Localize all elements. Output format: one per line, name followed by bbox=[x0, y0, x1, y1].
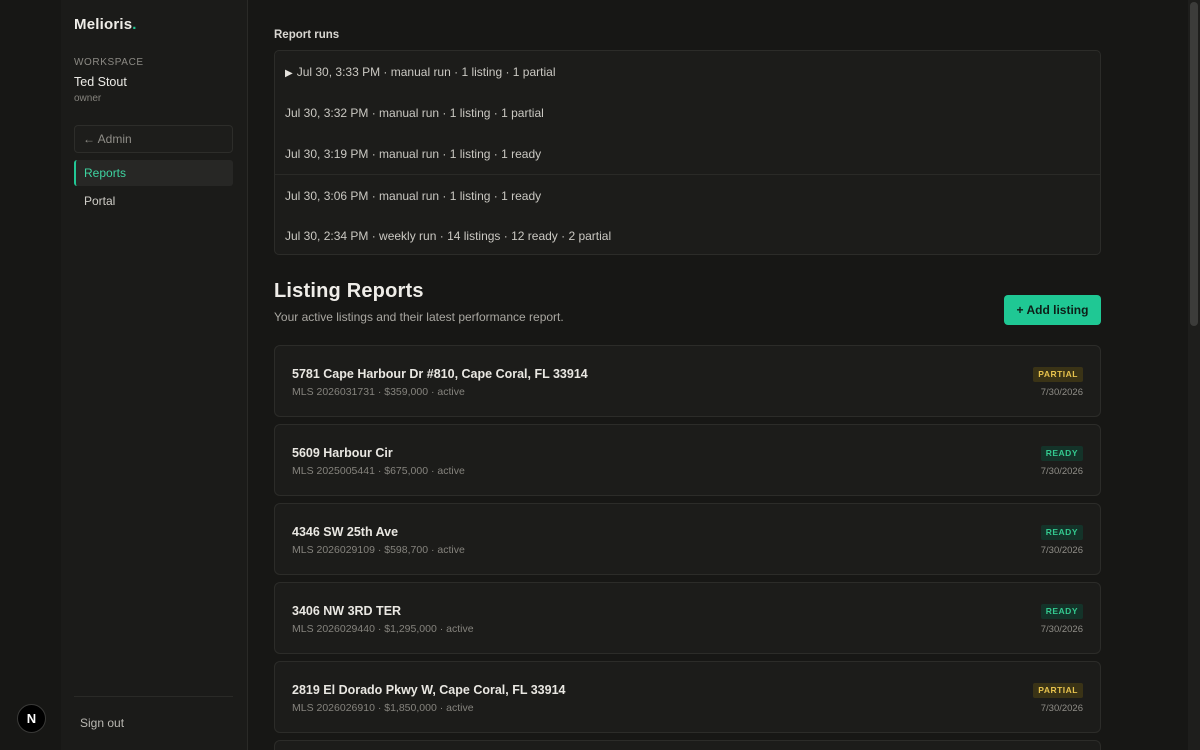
sidebar-item-portal[interactable]: Portal bbox=[74, 188, 233, 214]
listing-date: 7/30/2026 bbox=[1040, 545, 1083, 556]
report-runs-title: Report runs bbox=[274, 29, 340, 41]
left-gutter bbox=[0, 0, 61, 750]
page-title: Listing Reports bbox=[274, 280, 424, 302]
listing-date: 7/30/2026 bbox=[1040, 387, 1083, 398]
workspace-name: Ted Stout bbox=[74, 75, 127, 89]
listing-address: 2819 El Dorado Pkwy W, Cape Coral, FL 33… bbox=[292, 683, 566, 697]
listing-card[interactable]: 5781 Cape Harbour Dr #810, Cape Coral, F… bbox=[274, 345, 1101, 417]
listing-card[interactable]: 4346 SW 25th Ave MLS 2026029109 · $598,7… bbox=[274, 503, 1101, 575]
listing-card[interactable]: 3406 NW 3RD TER MLS 2026029440 · $1,295,… bbox=[274, 582, 1101, 654]
listing-card[interactable]: 5609 Harbour Cir MLS 2025005441 · $675,0… bbox=[274, 424, 1101, 496]
brand-dot: . bbox=[132, 16, 137, 33]
listing-card-partial[interactable] bbox=[274, 740, 1101, 750]
report-run-label: Jul 30, 3:33 PM · manual run · 1 listing… bbox=[296, 65, 556, 79]
listing-date: 7/30/2026 bbox=[1040, 624, 1083, 635]
brand-logo[interactable]: Melioris. bbox=[74, 16, 137, 33]
listing-meta: MLS 2025005441 · $675,000 · active bbox=[292, 465, 465, 477]
report-run-label: Jul 30, 3:19 PM · manual run · 1 listing… bbox=[285, 147, 542, 161]
status-badge: READY bbox=[1040, 446, 1083, 461]
listing-meta: MLS 2026029109 · $598,700 · active bbox=[292, 544, 465, 556]
listing-address: 5781 Cape Harbour Dr #810, Cape Coral, F… bbox=[292, 367, 588, 381]
listing-address: 4346 SW 25th Ave bbox=[292, 525, 399, 539]
sidebar: Melioris. WORKSPACE Ted Stout owner ← Ad… bbox=[61, 0, 248, 750]
scrollbar-thumb[interactable] bbox=[1190, 2, 1198, 326]
report-run-label: Jul 30, 3:32 PM · manual run · 1 listing… bbox=[285, 106, 544, 120]
report-run-label: Jul 30, 3:06 PM · manual run · 1 listing… bbox=[285, 189, 542, 203]
listing-card[interactable]: 2819 El Dorado Pkwy W, Cape Coral, FL 33… bbox=[274, 661, 1101, 733]
sidebar-divider bbox=[74, 696, 233, 697]
brand-name: Melioris bbox=[74, 16, 133, 33]
status-badge: PARTIAL bbox=[1033, 367, 1083, 382]
report-run-row[interactable]: Jul 30, 3:32 PM · manual run · 1 listing… bbox=[275, 92, 1100, 133]
workspace-role: owner bbox=[74, 93, 102, 104]
add-listing-button[interactable]: + Add listing bbox=[1004, 295, 1101, 325]
report-runs-list: ▶ Jul 30, 3:33 PM · manual run · 1 listin… bbox=[274, 50, 1101, 255]
status-badge: READY bbox=[1040, 525, 1083, 540]
dev-tools-badge[interactable]: N bbox=[17, 704, 46, 733]
listing-meta: MLS 2026031731 · $359,000 · active bbox=[292, 386, 465, 398]
report-run-row[interactable]: Jul 30, 2:34 PM · weekly run · 14 listin… bbox=[275, 215, 1100, 254]
admin-back-button[interactable]: ← Admin bbox=[74, 125, 233, 153]
listing-address: 5609 Harbour Cir bbox=[292, 446, 393, 460]
report-run-label: Jul 30, 2:34 PM · weekly run · 14 listin… bbox=[285, 229, 612, 243]
listing-meta: MLS 2026026910 · $1,850,000 · active bbox=[292, 702, 474, 714]
main-content: Report runs ▶ Jul 30, 3:33 PM · manual ru… bbox=[248, 0, 1188, 750]
report-run-row[interactable]: Jul 30, 3:19 PM · manual run · 1 listing… bbox=[275, 133, 1100, 174]
status-badge: PARTIAL bbox=[1033, 683, 1083, 698]
status-badge: READY bbox=[1040, 604, 1083, 619]
listing-address: 3406 NW 3RD TER bbox=[292, 604, 402, 618]
expand-triangle-icon[interactable]: ▶ bbox=[285, 68, 293, 79]
report-run-row[interactable]: Jul 30, 3:06 PM · manual run · 1 listing… bbox=[275, 174, 1100, 215]
workspace-label: WORKSPACE bbox=[74, 57, 144, 68]
report-run-row[interactable]: ▶ Jul 30, 3:33 PM · manual run · 1 listin… bbox=[275, 51, 1100, 92]
sidebar-item-reports[interactable]: Reports bbox=[74, 160, 233, 186]
page-subtitle: Your active listings and their latest pe… bbox=[274, 310, 564, 324]
listing-meta: MLS 2026029440 · $1,295,000 · active bbox=[292, 623, 474, 635]
listing-date: 7/30/2026 bbox=[1040, 703, 1083, 714]
sign-out-button[interactable]: Sign out bbox=[80, 716, 124, 730]
app: Melioris. WORKSPACE Ted Stout owner ← Ad… bbox=[0, 0, 1200, 750]
listing-date: 7/30/2026 bbox=[1040, 466, 1083, 477]
